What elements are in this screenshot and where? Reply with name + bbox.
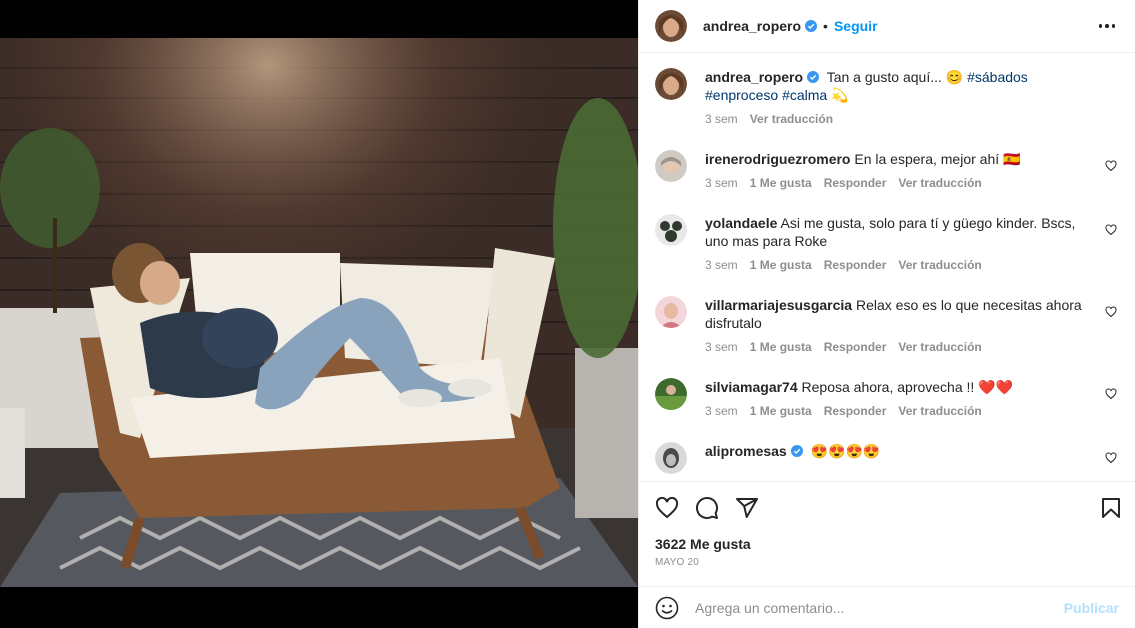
caption-time[interactable]: 3 sem [705, 110, 738, 128]
commenter-avatar[interactable] [655, 442, 687, 474]
reply-button[interactable]: Responder [824, 174, 887, 192]
post-header: andrea_ropero • Seguir [639, 0, 1135, 53]
comment-item: silviamagar74 Reposa ahora, aprovecha !!… [655, 378, 1119, 420]
translate-button[interactable]: Ver traducción [898, 174, 981, 192]
comment-icon[interactable] [695, 496, 719, 520]
publish-button[interactable]: Publicar [1064, 600, 1119, 616]
comment-likes[interactable]: 1 Me gusta [750, 402, 812, 420]
comment-likes[interactable]: 1 Me gusta [750, 174, 812, 192]
comment-meta: 3 sem 1 Me gusta Responder Ver traducció… [705, 174, 1089, 192]
post-viewer: andrea_ropero • Seguir andrea_ropero Tan… [0, 0, 1135, 628]
heart-icon[interactable] [1105, 160, 1117, 172]
more-options-icon[interactable] [1095, 14, 1119, 38]
commenter-username[interactable]: alipromesas [705, 443, 787, 459]
heart-icon[interactable] [655, 496, 679, 520]
separator-dot: • [823, 18, 828, 34]
reply-button[interactable]: Responder [824, 256, 887, 274]
comment-item: alipromesas 😍😍😍😍 [655, 442, 1119, 474]
heart-icon[interactable] [1105, 224, 1117, 236]
comment-input[interactable] [695, 599, 1064, 616]
caption-username[interactable]: andrea_ropero [705, 69, 803, 85]
hashtag-link[interactable]: #sábados [967, 69, 1028, 85]
bookmark-icon[interactable] [1099, 496, 1123, 520]
heart-icon[interactable] [1105, 306, 1117, 318]
heart-icon[interactable] [1105, 452, 1117, 464]
comment-item: yolandaele Asi me gusta, solo para tí y … [655, 214, 1119, 274]
comment-time[interactable]: 3 sem [705, 338, 738, 356]
verified-badge-icon [790, 445, 803, 457]
hashtag-link[interactable]: #enproceso [705, 87, 778, 103]
comment-time[interactable]: 3 sem [705, 256, 738, 274]
hashtag-link[interactable]: #calma [782, 87, 827, 103]
comment-meta: 3 sem 1 Me gusta Responder Ver traducció… [705, 256, 1089, 274]
comment-meta: 3 sem 1 Me gusta Responder Ver traducció… [705, 402, 1089, 420]
heart-icon[interactable] [1105, 388, 1117, 400]
comment-item: villarmariajesusgarcia Relax eso es lo q… [655, 296, 1119, 356]
commenter-username[interactable]: silviamagar74 [705, 379, 798, 395]
post-details-panel: andrea_ropero • Seguir andrea_ropero Tan… [638, 0, 1135, 628]
commenter-avatar[interactable] [655, 378, 687, 410]
author-avatar[interactable] [655, 68, 687, 100]
add-comment-bar: Publicar [639, 586, 1135, 628]
author-avatar[interactable] [655, 10, 687, 42]
commenter-avatar[interactable] [655, 296, 687, 328]
reply-button[interactable]: Responder [824, 402, 887, 420]
comment-text: Reposa ahora, aprovecha !! ❤️❤️ [801, 379, 1014, 395]
verified-badge-icon [807, 71, 820, 83]
comment-item: irenerodriguezromero En la espera, mejor… [655, 150, 1119, 192]
comments-list[interactable]: andrea_ropero Tan a gusto aquí... 😊 #sáb… [639, 54, 1135, 480]
comment-meta: 3 sem 1 Me gusta Responder Ver traducció… [705, 338, 1089, 356]
post-date[interactable]: MAYO 20 [655, 557, 699, 568]
verified-badge-icon [805, 20, 818, 32]
comment-text: En la espera, mejor ahí 🇪🇸 [854, 151, 1021, 167]
commenter-username[interactable]: irenerodriguezromero [705, 151, 850, 167]
post-caption: andrea_ropero Tan a gusto aquí... 😊 #sáb… [655, 68, 1119, 128]
follow-button[interactable]: Seguir [834, 18, 878, 34]
post-media [0, 0, 638, 628]
caption-meta: 3 sem Ver traducción [705, 110, 1089, 128]
comment-text: 😍😍😍😍 [810, 443, 881, 459]
share-icon[interactable] [735, 496, 759, 520]
translate-button[interactable]: Ver traducción [750, 110, 833, 128]
caption-emoji: 💫 [827, 87, 849, 103]
comment-time[interactable]: 3 sem [705, 174, 738, 192]
comment-time[interactable]: 3 sem [705, 402, 738, 420]
commenter-avatar[interactable] [655, 214, 687, 246]
author-username[interactable]: andrea_ropero [703, 18, 801, 34]
post-photo[interactable] [0, 38, 638, 587]
translate-button[interactable]: Ver traducción [898, 338, 981, 356]
caption-text: Tan a gusto aquí... 😊 [826, 69, 968, 85]
comment-likes[interactable]: 1 Me gusta [750, 338, 812, 356]
likes-count[interactable]: 3622 Me gusta [655, 536, 751, 552]
comment-likes[interactable]: 1 Me gusta [750, 256, 812, 274]
translate-button[interactable]: Ver traducción [898, 256, 981, 274]
translate-button[interactable]: Ver traducción [898, 402, 981, 420]
reply-button[interactable]: Responder [824, 338, 887, 356]
commenter-username[interactable]: villarmariajesusgarcia [705, 297, 852, 313]
post-actions [639, 481, 1135, 533]
commenter-username[interactable]: yolandaele [705, 215, 777, 231]
commenter-avatar[interactable] [655, 150, 687, 182]
emoji-icon[interactable] [655, 596, 679, 620]
